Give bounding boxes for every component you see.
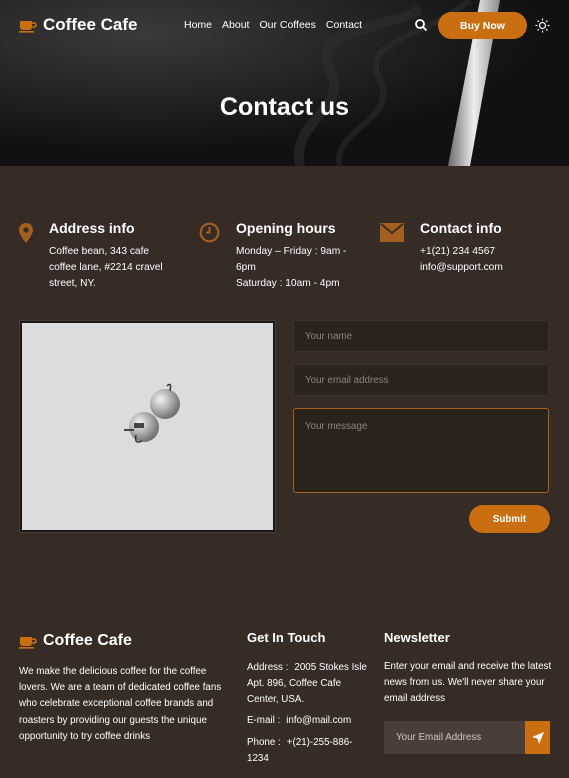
coffee-cup-icon	[19, 21, 37, 33]
hours-title: Opening hours	[236, 220, 336, 236]
nav-about[interactable]: About	[222, 19, 249, 31]
footer-address: Address :2005 Stokes Isle Apt. 896, Coff…	[247, 660, 367, 708]
get-in-touch-title: Get In Touch	[247, 630, 326, 645]
email-label: E-mail :	[247, 715, 281, 726]
loading-spinner-icon	[124, 383, 180, 443]
main-nav: Home About Our Coffees Contact	[184, 19, 362, 31]
clock-icon	[199, 222, 220, 243]
contact-title: Contact info	[420, 220, 502, 236]
footer-brand-logo[interactable]: Coffee Cafe	[19, 632, 132, 650]
newsletter-send-button[interactable]	[525, 721, 550, 754]
footer-brand-name: Coffee Cafe	[43, 632, 132, 649]
hours-text: Monday – Friday : 9am - 6pm Saturday : 1…	[236, 246, 347, 289]
address-text: Coffee bean, 343 cafe coffee lane, #2214…	[49, 246, 163, 289]
footer-email: E-mail : info@mail.com	[247, 713, 367, 729]
buy-now-button[interactable]: Buy Now	[438, 12, 527, 39]
email-value[interactable]: info@mail.com	[286, 715, 351, 726]
hero-banner: Coffee Cafe Home About Our Coffees Conta…	[0, 0, 569, 166]
submit-button[interactable]: Submit	[469, 505, 550, 533]
name-input[interactable]: Your name	[293, 320, 549, 352]
footer-about-text: We make the delicious coffee for the cof…	[19, 666, 222, 742]
contact-info: Contact info +1(21) 234 4567 info@suppor…	[380, 220, 555, 280]
footer-phone: Phone : +(21)-255-886-1234	[247, 735, 367, 767]
theme-toggle-sun-icon[interactable]	[535, 18, 550, 33]
newsletter-email-input[interactable]: Your Email Address	[384, 721, 525, 754]
search-icon[interactable]	[414, 18, 428, 32]
coffee-cup-icon	[19, 637, 37, 649]
brand-logo[interactable]: Coffee Cafe	[19, 15, 137, 35]
send-icon	[531, 731, 544, 744]
message-textarea[interactable]: Your message	[293, 408, 549, 493]
map-embed[interactable]	[20, 321, 275, 532]
contact-text: +1(21) 234 4567 info@support.com	[420, 246, 503, 273]
map-pin-icon	[19, 223, 33, 243]
opening-hours: Opening hours Monday – Friday : 9am - 6p…	[199, 220, 374, 300]
newsletter-title: Newsletter	[384, 630, 450, 645]
nav-our-coffees[interactable]: Our Coffees	[259, 19, 315, 31]
address-label: Address :	[247, 662, 289, 673]
address-title: Address info	[49, 220, 135, 236]
phone-label: Phone :	[247, 737, 281, 748]
page-title: Contact us	[219, 93, 350, 121]
envelope-icon	[380, 223, 404, 242]
address-info: Address info Coffee bean, 343 cafe coffe…	[19, 220, 189, 300]
brand-name: Coffee Cafe	[43, 15, 138, 34]
nav-contact[interactable]: Contact	[326, 19, 362, 31]
nav-home[interactable]: Home	[184, 19, 212, 31]
email-input[interactable]: Your email address	[293, 364, 549, 396]
newsletter-text: Enter your email and receive the latest …	[384, 661, 552, 704]
